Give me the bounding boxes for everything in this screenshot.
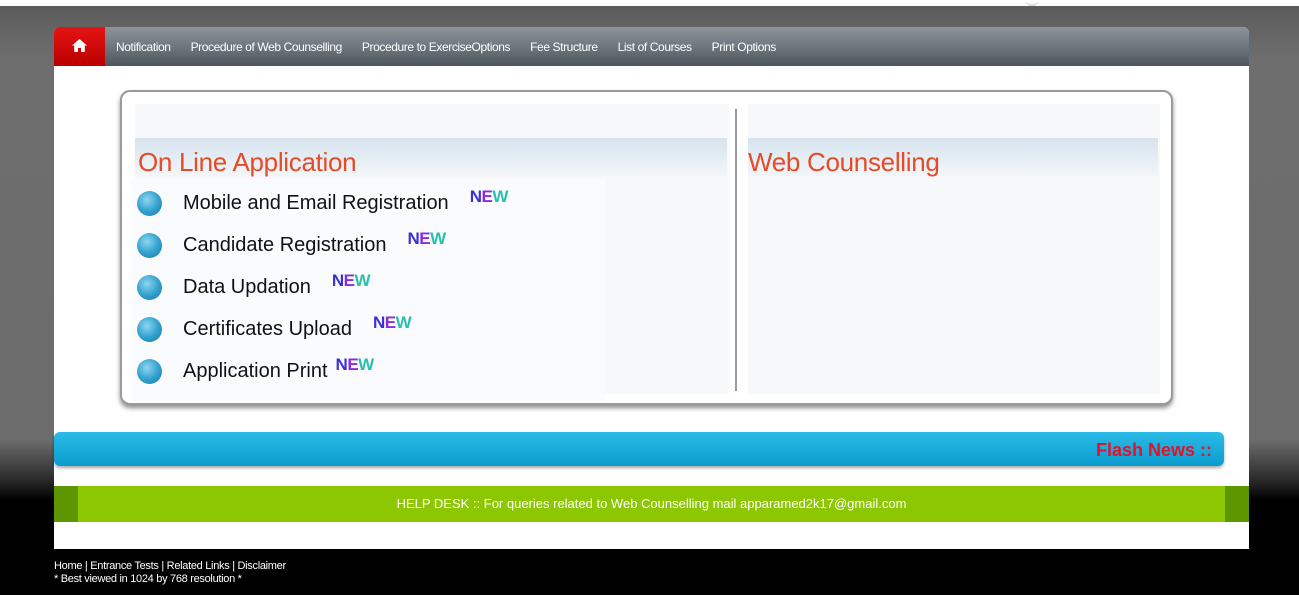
helpdesk-text: HELP DESK :: For queries related to Web …	[396, 496, 907, 511]
footer-separator: |	[229, 560, 238, 572]
list-item-mobile-email-registration[interactable]: Mobile and Email Registration NEW	[137, 187, 509, 217]
new-badge-icon: NEW	[469, 187, 509, 206]
list-item-candidate-registration[interactable]: Candidate Registration NEW	[137, 229, 446, 259]
footer-separator: |	[158, 560, 167, 572]
bullet-icon	[137, 232, 162, 258]
list-item-label[interactable]: Application Print	[183, 360, 328, 383]
list-item-label[interactable]: Data Updation	[183, 276, 311, 299]
footer-link-related-links[interactable]: Related Links	[167, 560, 230, 572]
list-item-label[interactable]: Candidate Registration	[183, 234, 386, 257]
footer-link-disclaimer[interactable]: Disclaimer	[238, 560, 287, 572]
bullet-icon	[137, 358, 162, 384]
home-icon	[72, 39, 87, 52]
top-strip	[0, 0, 1299, 6]
list-item-label[interactable]: Certificates Upload	[183, 318, 352, 341]
web-counselling-title: Web Counselling	[748, 147, 940, 177]
nav-item-procedure-exercise-options[interactable]: Procedure to ExerciseOptions	[362, 40, 511, 54]
new-badge-icon: NEW	[335, 355, 375, 374]
list-item-application-print[interactable]: Application Print NEW	[137, 355, 375, 385]
online-application-title: On Line Application	[138, 147, 357, 177]
nav-item-print-options[interactable]: Print Options	[712, 40, 777, 54]
flash-news-bar: Flash News ::	[54, 432, 1224, 466]
home-button[interactable]	[54, 27, 105, 66]
nav-item-list-of-courses[interactable]: List of Courses	[618, 40, 692, 54]
new-badge-icon: NEW	[372, 313, 412, 332]
new-badge-icon: NEW	[331, 271, 371, 290]
list-item-certificates-upload[interactable]: Certificates Upload NEW	[137, 313, 412, 343]
footer-resolution-note: * Best viewed in 1024 by 768 resolution …	[54, 573, 242, 585]
nav-item-procedure-web-counselling[interactable]: Procedure of Web Counselling	[191, 40, 343, 54]
new-badge-icon: NEW	[407, 229, 446, 248]
top-strip-mark	[1025, 0, 1039, 6]
column-divider	[735, 109, 737, 391]
bullet-icon	[137, 316, 162, 342]
list-item-label[interactable]: Mobile and Email Registration	[183, 192, 449, 215]
footer-link-entrance-tests[interactable]: Entrance Tests	[90, 560, 159, 572]
footer-links: Home | Entrance Tests | Related Links | …	[54, 560, 286, 572]
flash-news-label: Flash News ::	[1095, 440, 1212, 460]
bullet-icon	[137, 190, 162, 216]
main-card: On Line Application Mobile and Email Reg…	[120, 90, 1173, 405]
nav-item-fee-structure[interactable]: Fee Structure	[530, 40, 598, 54]
list-item-data-updation[interactable]: Data Updation NEW	[137, 271, 371, 301]
nav-items: Notification Procedure of Web Counsellin…	[116, 40, 776, 54]
application-list: Mobile and Email Registration NEW Candid…	[131, 179, 605, 401]
nav-item-notification[interactable]: Notification	[116, 40, 171, 54]
bullet-icon	[137, 274, 162, 300]
page-container: Notification Procedure of Web Counsellin…	[54, 27, 1249, 549]
footer-link-home[interactable]: Home	[54, 560, 82, 572]
main-nav: Notification Procedure of Web Counsellin…	[54, 27, 1249, 66]
web-counselling-panel: Web Counselling	[748, 104, 1160, 394]
online-application-panel: On Line Application Mobile and Email Reg…	[131, 104, 729, 401]
helpdesk-bar: HELP DESK :: For queries related to Web …	[54, 486, 1249, 522]
